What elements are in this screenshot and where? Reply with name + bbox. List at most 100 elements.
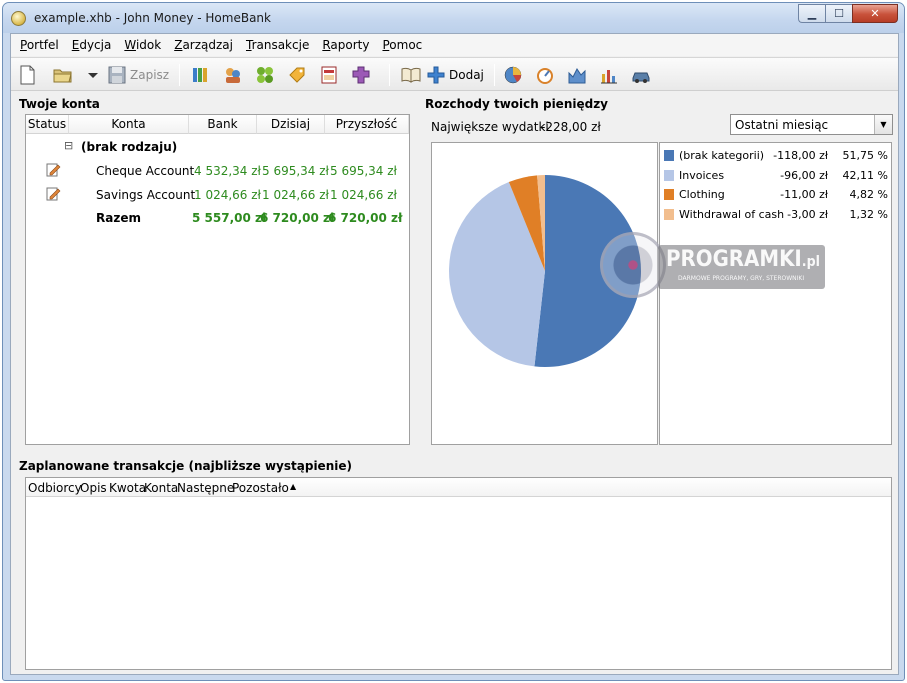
window-controls: ▁ ☐ ✕ <box>798 4 898 23</box>
column-payees[interactable]: Odbiorcy <box>28 481 82 495</box>
add-icon <box>427 66 445 84</box>
total-label: Razem <box>96 211 141 225</box>
toolbar-separator <box>494 64 495 86</box>
save-disk-icon <box>108 66 126 84</box>
legend-percent: 4,82 % <box>849 188 888 201</box>
account-future-balance: 1 024,66 zł <box>330 188 397 202</box>
group-label: (brak rodzaju) <box>81 140 178 154</box>
menu-widok[interactable]: Widok <box>118 38 168 52</box>
legend-item: Withdrawal of cash -3,00 zł 1,32 % <box>664 205 890 225</box>
account-today-balance: 1 024,66 zł <box>262 188 329 202</box>
balance-report-button[interactable] <box>567 63 587 87</box>
biggest-expenses-label: Największe wydatki <box>431 120 549 134</box>
legend-value: -11,00 zł <box>780 188 828 201</box>
biggest-expenses-value: -228,00 zł <box>541 120 601 134</box>
manage-budget-button[interactable] <box>351 63 371 87</box>
menu-pomoc[interactable]: Pomoc <box>376 38 429 52</box>
menu-edycja[interactable]: Edycja <box>66 38 119 52</box>
statistics-report-button[interactable] <box>503 63 523 87</box>
legend-label: (brak kategorii) <box>679 149 765 162</box>
sort-ascending-icon: ▲ <box>290 482 297 491</box>
open-button[interactable] <box>53 63 73 87</box>
manage-payees-button[interactable] <box>223 63 243 87</box>
maximize-button[interactable]: ☐ <box>825 4 852 23</box>
legend-value: -96,00 zł <box>780 168 828 182</box>
new-file-icon <box>20 65 35 85</box>
toolbar-separator <box>179 64 180 86</box>
edit-note-icon <box>46 187 61 201</box>
tags-icon <box>289 67 305 83</box>
accounts-table[interactable]: Status Konta Bank Dzisiaj Przyszłość ⊟ (… <box>25 114 410 445</box>
legend-percent: 1,32 % <box>849 207 888 221</box>
legend-label: Withdrawal of cash <box>679 207 785 221</box>
column-account[interactable]: Konta <box>144 481 178 495</box>
legend-swatch <box>664 169 674 181</box>
column-status[interactable]: Status <box>26 115 69 134</box>
payees-icon <box>226 68 240 83</box>
column-bank[interactable]: Bank <box>189 115 257 134</box>
column-accounts[interactable]: Konta <box>69 115 189 134</box>
show-transactions-button[interactable] <box>401 63 421 87</box>
column-remaining[interactable]: Pozostało <box>232 481 289 495</box>
save-button[interactable]: Zapisz <box>107 63 169 87</box>
legend-label: Clothing <box>679 188 725 201</box>
legend-value: -118,00 zł <box>773 149 828 162</box>
chevron-down-icon[interactable]: ▼ <box>874 115 892 134</box>
toolbar-separator <box>389 64 390 86</box>
group-expander-icon[interactable]: ⊟ <box>64 139 73 152</box>
open-folder-icon <box>53 69 72 83</box>
column-amount[interactable]: Kwota <box>109 481 146 495</box>
column-today[interactable]: Dzisiaj <box>257 115 325 134</box>
legend-item: Clothing -11,00 zł 4,82 % <box>664 185 890 205</box>
close-button[interactable]: ✕ <box>852 4 898 23</box>
account-future-balance: 5 695,34 zł <box>330 164 397 178</box>
watermark-banner: PROGRAMKI.pl DARMOWE PROGRAMY, GRY, STER… <box>658 245 825 289</box>
column-future[interactable]: Przyszłość <box>325 115 409 134</box>
period-select[interactable]: Ostatni miesiąc ▼ <box>730 114 893 135</box>
menu-raporty[interactable]: Raporty <box>316 38 376 52</box>
balance-chart-icon <box>568 68 586 84</box>
manage-categories-button[interactable] <box>255 63 275 87</box>
total-future-balance: 6 720,00 zł <box>328 211 403 225</box>
menu-portfel[interactable]: Portfel <box>14 38 66 52</box>
menu-zarzadzaj[interactable]: Zarządzaj <box>168 38 240 52</box>
account-bank-balance: 4 532,34 zł <box>194 164 261 178</box>
edit-note-icon <box>46 163 61 177</box>
accounts-icon <box>193 68 207 82</box>
manage-archives-button[interactable] <box>319 63 339 87</box>
column-description[interactable]: Opis <box>80 481 107 495</box>
categories-icon <box>257 67 273 83</box>
budget-report-button[interactable] <box>535 63 555 87</box>
minimize-button[interactable]: ▁ <box>798 4 825 23</box>
legend-item: Invoices -96,00 zł 42,11 % <box>664 166 890 186</box>
main-client-area: Portfel Edycja Widok Zarządzaj Transakcj… <box>10 33 899 675</box>
budget-icon <box>352 66 370 84</box>
account-name: Savings Account <box>96 188 196 202</box>
scheduled-header-row: Odbiorcy Opis Kwota Konta Następne Pozos… <box>26 478 891 497</box>
scheduled-transactions-table[interactable]: Odbiorcy Opis Kwota Konta Następne Pozos… <box>25 477 892 670</box>
total-bank-balance: 5 557,00 zł <box>192 211 267 225</box>
trend-report-button[interactable] <box>599 63 619 87</box>
add-transaction-button[interactable]: Dodaj <box>426 63 484 87</box>
homebank-app-icon <box>11 11 26 26</box>
legend-percent: 51,75 % <box>842 149 888 162</box>
menu-transakcje[interactable]: Transakcje <box>240 38 316 52</box>
account-today-balance: 5 695,34 zł <box>262 164 329 178</box>
column-next[interactable]: Następne <box>177 481 234 495</box>
car-icon <box>632 72 650 83</box>
manage-tags-button[interactable] <box>287 63 307 87</box>
watermark-logo-icon <box>600 232 666 298</box>
manage-accounts-button[interactable] <box>191 63 211 87</box>
dropdown-arrow-icon <box>88 73 98 78</box>
vehicle-cost-report-button[interactable] <box>631 63 651 87</box>
archive-icon <box>321 66 337 84</box>
budget-gauge-icon <box>537 68 553 84</box>
title-bar[interactable]: example.xhb - John Money - HomeBank ▁ ☐ … <box>3 3 904 33</box>
homebank-window: example.xhb - John Money - HomeBank ▁ ☐ … <box>2 2 905 681</box>
save-label: Zapisz <box>130 68 170 82</box>
stats-pie-icon <box>504 66 522 84</box>
open-recent-dropdown[interactable] <box>83 63 103 87</box>
trend-chart-icon <box>601 70 617 84</box>
programki-watermark: PROGRAMKI.pl DARMOWE PROGRAMY, GRY, STER… <box>600 232 830 302</box>
new-file-button[interactable] <box>17 63 37 87</box>
